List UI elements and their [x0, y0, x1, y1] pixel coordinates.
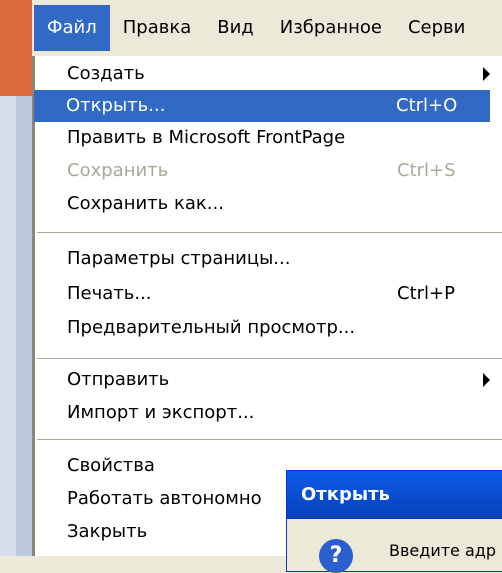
menu-item-shortcut: Ctrl+O: [396, 95, 458, 116]
menu-item-save: Сохранить Ctrl+S: [35, 155, 502, 187]
menu-item-label: Печать...: [67, 283, 152, 304]
menu-item-label: Править в Microsoft FrontPage: [67, 127, 346, 148]
submenu-arrow-icon: [483, 373, 490, 387]
menu-item-label: Открыть...: [66, 95, 166, 116]
dialog-prompt: Введите адр: [389, 541, 496, 560]
menu-item-save-as[interactable]: Сохранить как...: [35, 188, 502, 220]
submenu-arrow-icon: [483, 67, 490, 81]
menu-item-shortcut: Ctrl+P: [397, 283, 455, 304]
menu-item-import-export[interactable]: Импорт и экспорт...: [35, 397, 502, 429]
menu-item-send[interactable]: Отправить: [35, 364, 502, 396]
menu-item-edit-frontpage[interactable]: Править в Microsoft FrontPage: [35, 122, 502, 154]
menu-item-label: Импорт и экспорт...: [67, 402, 255, 423]
menu-separator: [37, 232, 502, 234]
menu-item-label: Закрыть: [67, 521, 148, 542]
menu-favorites[interactable]: Избранное: [267, 5, 395, 51]
dialog-title[interactable]: Открыть: [287, 471, 502, 519]
menu-view[interactable]: Вид: [204, 5, 267, 51]
menu-item-open[interactable]: Открыть... Ctrl+O: [34, 90, 490, 122]
menu-bar: Файл Правка Вид Избранное Серви: [32, 0, 502, 57]
menu-separator: [37, 358, 502, 360]
menu-item-label: Предварительный просмотр...: [67, 317, 356, 338]
menu-tools[interactable]: Серви: [395, 5, 478, 51]
menu-item-label: Создать: [67, 63, 145, 84]
menu-item-label: Свойства: [67, 455, 155, 476]
menu-item-new[interactable]: Создать: [35, 58, 502, 90]
menu-item-page-setup[interactable]: Параметры страницы...: [35, 243, 502, 275]
menu-item-print-preview[interactable]: Предварительный просмотр...: [35, 312, 502, 344]
menu-item-label: Сохранить: [67, 160, 169, 181]
menu-separator: [37, 439, 502, 441]
open-dialog: Открыть ? Введите адр: [286, 470, 502, 573]
menu-edit[interactable]: Правка: [110, 5, 205, 51]
background-accent: [0, 0, 34, 96]
menu-item-label: Параметры страницы...: [67, 248, 291, 269]
menu-item-label: Отправить: [67, 369, 170, 390]
menu-file[interactable]: Файл: [34, 5, 110, 51]
question-icon: ?: [319, 539, 353, 573]
menu-item-label: Работать автономно: [67, 488, 262, 509]
menu-item-print[interactable]: Печать... Ctrl+P: [35, 278, 502, 310]
menu-item-shortcut: Ctrl+S: [397, 160, 456, 181]
menu-item-label: Сохранить как...: [67, 193, 224, 214]
